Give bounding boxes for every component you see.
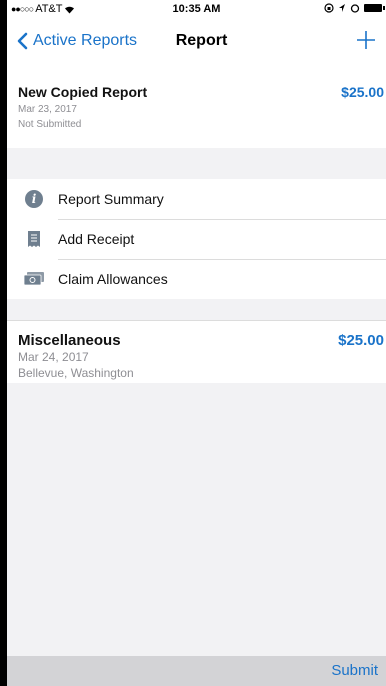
alarm-icon: [350, 4, 360, 13]
page-title: Report: [175, 32, 228, 49]
plus-icon: [357, 31, 375, 49]
menu-item-label: Report Summary: [58, 191, 164, 207]
location-icon: [339, 4, 345, 12]
menu-item-label: Add Receipt: [58, 231, 135, 247]
phone-screen: ●●○○○ AT&T 10:35 AM Active Reports Repor…: [7, 0, 386, 686]
report-amount: $25.00: [341, 84, 384, 100]
report-status: Not Submitted: [18, 119, 82, 130]
report-header: New Copied Report $25.00 Mar 23, 2017 No…: [7, 64, 386, 148]
report-date: Mar 23, 2017: [18, 104, 77, 115]
expense-amount: $25.00: [338, 332, 384, 349]
menu-item-claim-allowances[interactable]: Claim Allowances: [7, 259, 386, 299]
expense-name: Miscellaneous: [18, 332, 121, 349]
navigation-bar: Active Reports Report: [7, 20, 386, 64]
expense-row[interactable]: Miscellaneous $25.00 Mar 24, 2017 Bellev…: [7, 320, 386, 383]
report-menu: i Report Summary Add Receipt Claim Allow…: [7, 179, 386, 299]
menu-item-add-receipt[interactable]: Add Receipt: [7, 219, 386, 259]
menu-item-label: Claim Allowances: [58, 271, 168, 287]
status-bar: ●●○○○ AT&T 10:35 AM: [7, 0, 386, 20]
info-icon: i: [25, 190, 43, 208]
battery-icon: [364, 4, 385, 12]
menu-item-report-summary[interactable]: i Report Summary: [7, 179, 386, 219]
status-icons: [324, 3, 385, 13]
receipt-icon: [28, 231, 40, 247]
money-icon: [23, 272, 44, 286]
rotation-lock-icon: [324, 3, 334, 13]
bottom-toolbar: Submit: [7, 656, 386, 686]
add-button[interactable]: [356, 24, 376, 55]
submit-button[interactable]: Submit: [331, 662, 378, 679]
expense-date: Mar 24, 2017: [18, 350, 89, 364]
expense-location: Bellevue, Washington: [18, 366, 134, 380]
report-name: New Copied Report: [18, 84, 148, 100]
